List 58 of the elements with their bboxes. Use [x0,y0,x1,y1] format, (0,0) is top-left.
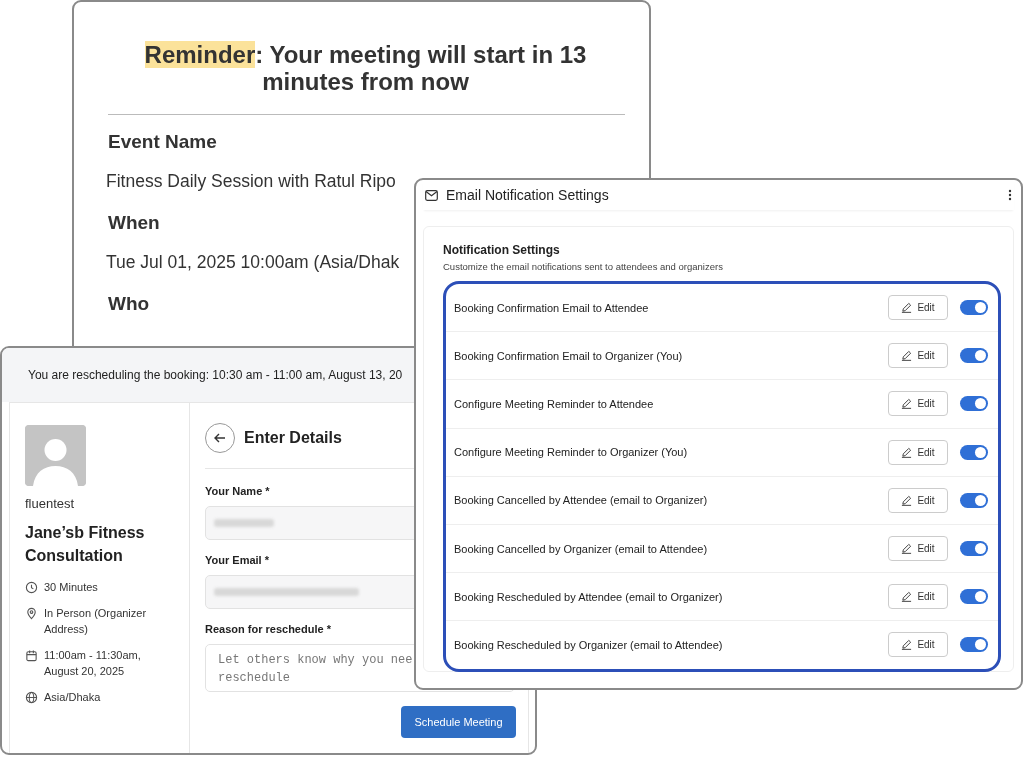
section-label: Who [108,291,150,316]
section-label: Event Name [108,129,217,154]
toggle-switch[interactable] [960,348,988,364]
host-name: fluentest [25,496,76,511]
edit-button[interactable]: Edit [888,439,948,465]
back-button[interactable] [205,423,235,453]
reminder-heading: Reminder: Your meeting will start in 13 minutes from now [143,42,588,96]
edit-button[interactable]: Edit [888,536,948,562]
toggle-switch[interactable] [960,589,988,605]
mail-icon [425,189,438,201]
form-title: Enter Details [244,429,342,447]
pencil-icon [901,446,913,458]
section-label: When [108,210,160,235]
event-title: Jane’sb Fitness Consultation [25,523,146,567]
card-title: Notification Settings [443,243,561,257]
edit-button[interactable]: Edit [888,487,948,513]
pencil-icon [901,494,913,506]
pencil-icon [901,302,913,314]
globe-icon [25,690,38,704]
notification-label: Booking Confirmation Email to Attendee [454,301,650,314]
toggle-switch[interactable] [960,300,988,316]
notification-label: Booking Rescheduled by Attendee (email to Organizer) [454,590,724,603]
event-detail: In Person (Organizer Address) [44,605,148,638]
edit-button[interactable]: Edit [888,584,948,610]
event-detail: Asia/Dhaka [44,689,102,705]
clock-icon [25,581,38,595]
toggle-switch[interactable] [960,541,988,557]
pencil-icon [901,639,913,651]
more-options-icon[interactable] [1008,189,1012,201]
toggle-switch[interactable] [960,444,988,460]
event-detail: 11:00am - 11:30am, August 20, 2025 [44,647,142,680]
toggle-switch[interactable] [960,396,988,412]
section-value: Fitness Daily Session with Ratul Ripo [106,170,396,192]
card-subtitle: Customize the email notifications sent to attendees and organizers [443,261,724,272]
window-title: Email Notification Settings [446,187,610,203]
schedule-meeting-button[interactable]: Schedule Meeting [401,706,516,738]
toggle-switch[interactable] [960,492,988,508]
pencil-icon [901,543,913,555]
arrow-left-icon [213,431,227,445]
location-pin-icon [25,606,38,620]
edit-button[interactable]: Edit [888,391,948,417]
pencil-icon [901,398,913,410]
avatar-icon [25,425,86,486]
pencil-icon [901,591,913,603]
notification-label: Configure Meeting Reminder to Organizer (You) [454,446,689,459]
notification-label: Booking Cancelled by Organizer (email to Attendee) [454,542,709,555]
edit-button[interactable]: Edit [888,632,948,658]
event-detail: 30 Minutes [44,580,99,596]
notification-label: Booking Cancelled by Attendee (email to Organizer) [454,494,709,507]
pencil-icon [901,350,913,362]
toggle-switch[interactable] [960,637,988,653]
calendar-icon [25,648,38,662]
section-value: Tue Jul 01, 2025 10:00am (Asia/Dhak [106,251,400,273]
field-label: Your Email * [205,554,270,566]
field-label: Reason for reschedule * [205,623,332,635]
edit-button[interactable]: Edit [888,295,948,321]
field-label: Your Name * [205,485,271,497]
edit-button[interactable]: Edit [888,343,948,369]
